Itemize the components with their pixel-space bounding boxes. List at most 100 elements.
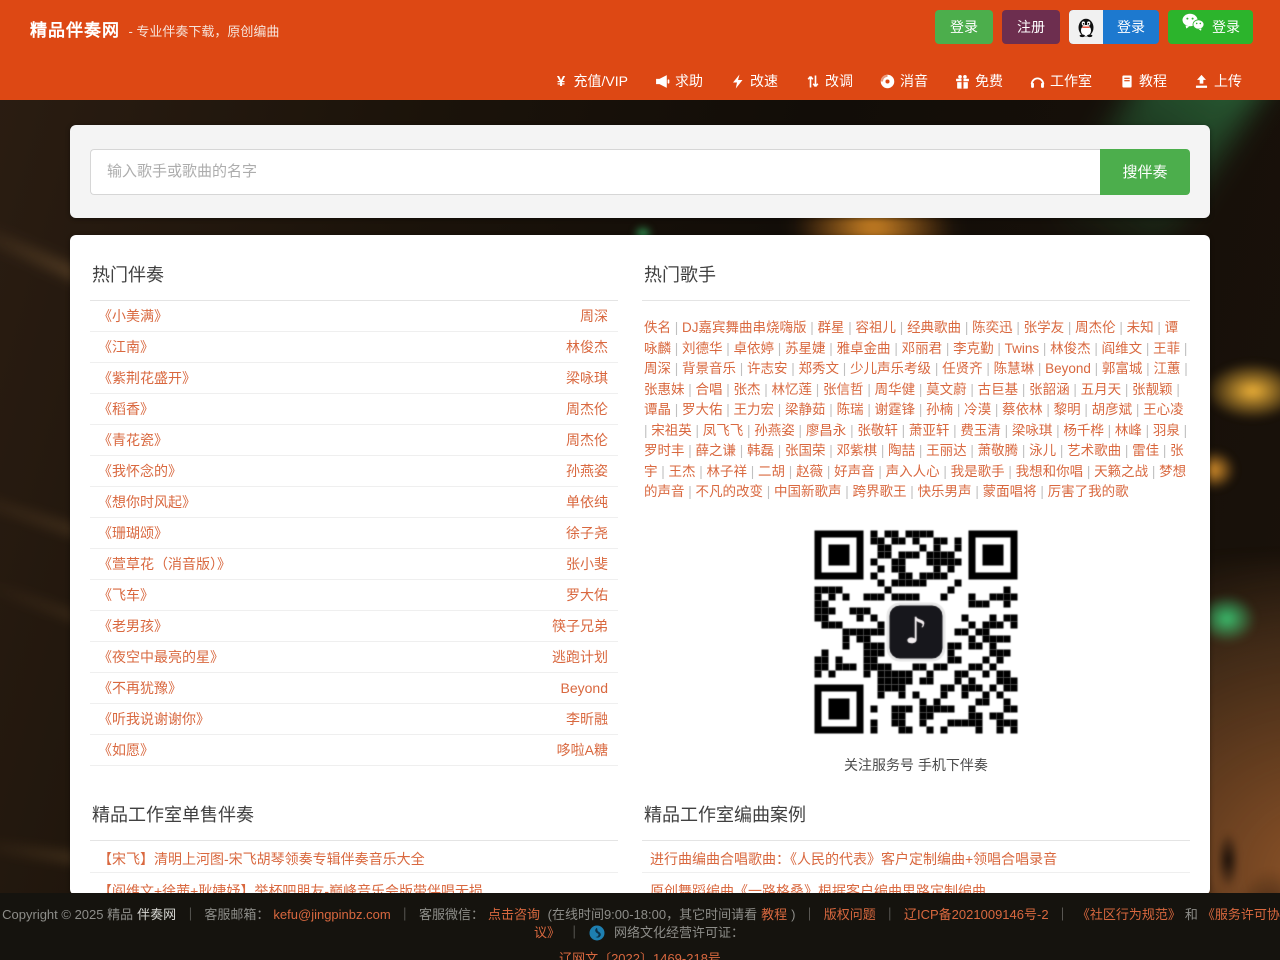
singer-link[interactable]: 跨界歌王 (853, 484, 907, 499)
singer-link[interactable]: 萧亚轩 (909, 423, 950, 438)
singer-link[interactable]: 苏星婕 (785, 341, 826, 356)
singer-link[interactable]: Beyond (1045, 361, 1091, 376)
song-artist-link[interactable]: 周杰伦 (566, 399, 608, 419)
singer-link[interactable]: 江蕙 (1153, 361, 1180, 376)
singer-link[interactable]: 少儿声乐考级 (850, 361, 931, 376)
site-logo[interactable]: 精品伴奏网 - 专业伴奏下载，原创编曲 (30, 16, 279, 41)
singer-link[interactable]: 费玉清 (960, 423, 1001, 438)
singer-link[interactable]: 邓紫棋 (837, 443, 878, 458)
song-artist-link[interactable]: 梁咏琪 (566, 368, 608, 388)
singer-link[interactable]: 容祖儿 (856, 320, 897, 335)
singer-link[interactable]: 陶喆 (888, 443, 915, 458)
singer-link[interactable]: 泳儿 (1029, 443, 1056, 458)
singer-link[interactable]: 蒙面唱将 (983, 484, 1037, 499)
singer-link[interactable]: 古巨基 (978, 382, 1019, 397)
song-title-link[interactable]: 《江南》 (98, 337, 154, 357)
register-button[interactable]: 注册 (1002, 10, 1060, 44)
studio-item-link[interactable]: 进行曲编曲合唱歌曲：《人民的代表》客户定制编曲+领唱合唱录音 (650, 851, 1057, 867)
song-artist-link[interactable]: 张小斐 (566, 554, 608, 574)
singer-link[interactable]: 好声音 (834, 464, 875, 479)
song-title-link[interactable]: 《不再犹豫》 (98, 678, 182, 698)
nav-studio[interactable]: 工作室 (1030, 71, 1092, 91)
singer-link[interactable]: 艺术歌曲 (1067, 443, 1121, 458)
studio-item-link[interactable]: 【宋飞】清明上河图-宋飞胡琴领奏专辑伴奏音乐大全 (98, 851, 425, 867)
song-artist-link[interactable]: 徐子尧 (566, 523, 608, 543)
singer-link[interactable]: 萧敬腾 (978, 443, 1019, 458)
singer-link[interactable]: 张靓颖 (1132, 382, 1173, 397)
qq-login-button[interactable]: 登录 (1069, 10, 1159, 44)
singer-link[interactable]: 我是歌手 (951, 464, 1005, 479)
community-rules-link[interactable]: 《社区行为规范》 (1077, 907, 1181, 922)
singer-link[interactable]: 陈慧琳 (994, 361, 1035, 376)
song-title-link[interactable]: 《如愿》 (98, 740, 154, 760)
singer-link[interactable]: 快乐男声 (918, 484, 972, 499)
singer-link[interactable]: 厉害了我的歌 (1048, 484, 1129, 499)
singer-link[interactable]: Twins (1005, 341, 1040, 356)
singer-link[interactable]: 陈瑞 (837, 402, 864, 417)
singer-link[interactable]: 李克勤 (953, 341, 994, 356)
singer-link[interactable]: 王菲 (1153, 341, 1180, 356)
song-artist-link[interactable]: 筷子兄弟 (552, 616, 608, 636)
singer-link[interactable]: 群星 (818, 320, 845, 335)
wechat-login-button[interactable]: 登录 (1168, 10, 1253, 44)
singer-link[interactable]: 宋祖英 (651, 423, 692, 438)
singer-link[interactable]: 二胡 (758, 464, 785, 479)
singer-link[interactable]: 刘德华 (682, 341, 723, 356)
song-artist-link[interactable]: 孙燕姿 (566, 461, 608, 481)
song-artist-link[interactable]: 周杰伦 (566, 430, 608, 450)
song-title-link[interactable]: 《萱草花（消音版）》 (98, 554, 231, 574)
singer-link[interactable]: 罗大佑 (682, 402, 723, 417)
singer-link[interactable]: 林俊杰 (1050, 341, 1091, 356)
singer-link[interactable]: 任贤齐 (942, 361, 983, 376)
login-button[interactable]: 登录 (935, 10, 993, 44)
singer-link[interactable]: 郑秀文 (799, 361, 840, 376)
singer-link[interactable]: 蔡依林 (1002, 402, 1043, 417)
singer-link[interactable]: 张信哲 (823, 382, 864, 397)
song-title-link[interactable]: 《小美满》 (98, 306, 168, 326)
song-artist-link[interactable]: 哆啦A糖 (557, 740, 608, 760)
singer-link[interactable]: 廖昌永 (806, 423, 847, 438)
tutorial-link[interactable]: 教程 (761, 907, 787, 922)
singer-link[interactable]: 邓丽君 (902, 341, 943, 356)
singer-link[interactable]: 佚名 (644, 320, 671, 335)
icp-license-link[interactable]: 辽ICP备2021009146号-2 (904, 907, 1049, 922)
singer-link[interactable]: 罗时丰 (644, 443, 685, 458)
singer-link[interactable]: 薛之谦 (696, 443, 737, 458)
singer-link[interactable]: 莫文蔚 (926, 382, 967, 397)
song-title-link[interactable]: 《紫荆花盛开》 (98, 368, 196, 388)
singer-link[interactable]: 林子祥 (707, 464, 748, 479)
singer-link[interactable]: 张惠妹 (644, 382, 685, 397)
singer-link[interactable]: 冷漠 (964, 402, 991, 417)
singer-link[interactable]: 合唱 (696, 382, 723, 397)
nav-recharge-vip[interactable]: ¥ 充值/VIP (554, 71, 628, 91)
song-artist-link[interactable]: 周深 (580, 306, 608, 326)
singer-link[interactable]: 五月天 (1081, 382, 1122, 397)
song-artist-link[interactable]: 林俊杰 (566, 337, 608, 357)
singer-link[interactable]: 周深 (644, 361, 671, 376)
song-artist-link[interactable]: 李昕融 (566, 709, 608, 729)
singer-link[interactable]: 黎明 (1054, 402, 1081, 417)
singer-link[interactable]: 王杰 (669, 464, 696, 479)
singer-link[interactable]: 我想和你唱 (1016, 464, 1084, 479)
song-title-link[interactable]: 《珊瑚颂》 (98, 523, 168, 543)
nav-speed-change[interactable]: 改速 (730, 71, 778, 91)
song-title-link[interactable]: 《我怀念的》 (98, 461, 182, 481)
singer-link[interactable]: 中国新歌声 (774, 484, 842, 499)
singer-link[interactable]: 谢霆锋 (875, 402, 916, 417)
singer-link[interactable]: 羽泉 (1153, 423, 1180, 438)
search-input[interactable] (90, 149, 1100, 195)
singer-link[interactable]: 张学友 (1024, 320, 1065, 335)
singer-link[interactable]: 韩磊 (747, 443, 774, 458)
song-title-link[interactable]: 《老男孩》 (98, 616, 168, 636)
nav-help[interactable]: 求助 (655, 71, 703, 91)
singer-link[interactable]: 陈奕迅 (972, 320, 1013, 335)
singer-link[interactable]: 孙楠 (926, 402, 953, 417)
singer-link[interactable]: 王力宏 (734, 402, 775, 417)
song-title-link[interactable]: 《青花瓷》 (98, 430, 168, 450)
singer-link[interactable]: 凤飞飞 (703, 423, 744, 438)
support-email-link[interactable]: kefu@jingpinbz.com (273, 907, 390, 922)
culture-license-number-link[interactable]: 辽网文〔2022〕1469-218号 (559, 951, 721, 960)
singer-link[interactable]: 雷佳 (1132, 443, 1159, 458)
wechat-consult-link[interactable]: 点击咨询 (488, 907, 540, 922)
nav-key-change[interactable]: 改调 (805, 71, 853, 91)
